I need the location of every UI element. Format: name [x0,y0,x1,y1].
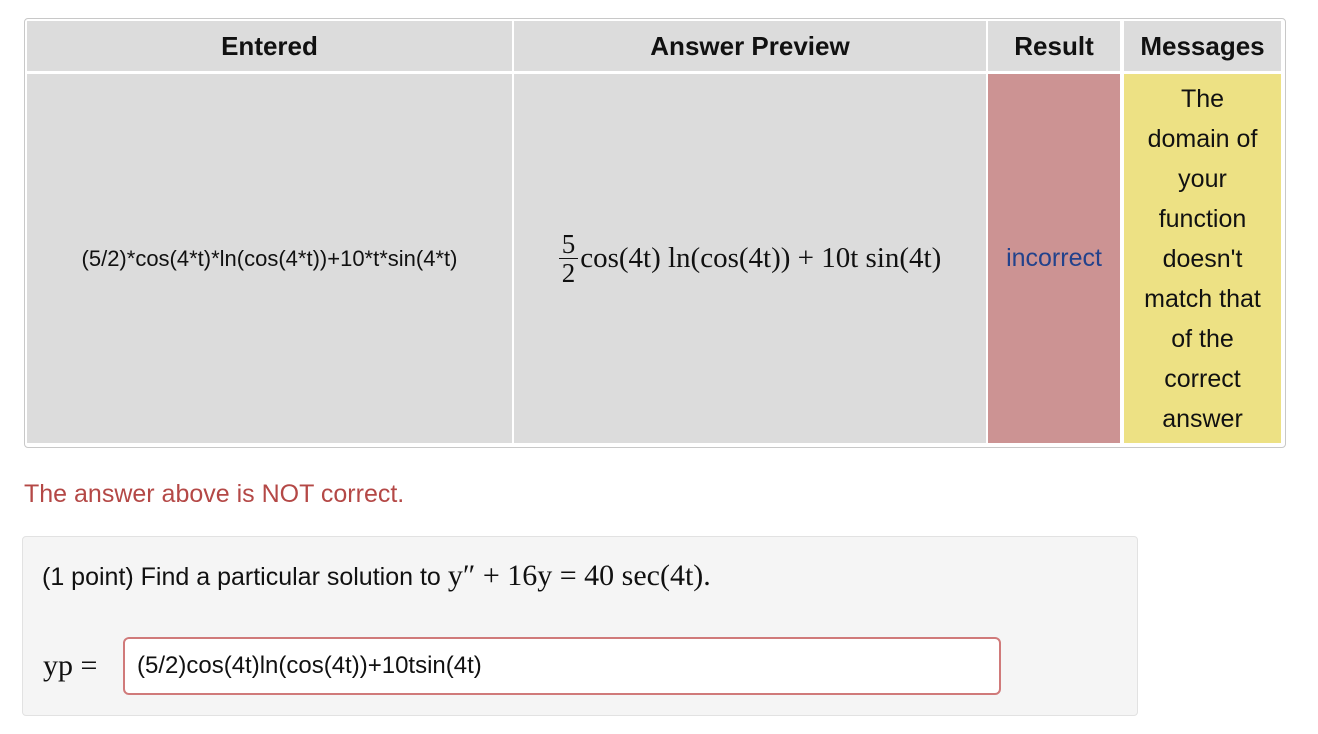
message-line: of the [1171,324,1234,353]
problem-box: (1 point) Find a particular solution to … [22,536,1138,716]
problem-prompt: (1 point) Find a particular solution to … [42,559,711,593]
fraction-denominator: 2 [561,258,576,288]
prompt-equation: y″ + 16y = 40 sec(4t). [447,559,711,592]
answer-preview-math: 5 2 cos(4t) ln(cos(4t)) + 10t sin(4t) [558,230,942,288]
result-text: incorrect [1006,244,1102,272]
fraction-numerator: 5 [558,230,579,259]
message-text: The domain of your function doesn't matc… [1144,79,1261,439]
results-table: Entered Answer Preview Result Messages (… [24,18,1286,448]
cell-result: incorrect [988,74,1120,443]
message-line: doesn't [1162,244,1243,273]
message-line: your [1178,164,1227,193]
message-line: The [1180,84,1225,113]
header-messages: Messages [1124,21,1281,71]
answer-label: yp = [43,649,98,682]
preview-expression: cos(4t) ln(cos(4t)) + 10t sin(4t) [580,242,942,274]
message-line: match that [1144,284,1261,313]
prompt-text: (1 point) Find a particular solution to [42,563,441,591]
header-answer-preview: Answer Preview [514,21,986,71]
cell-answer-preview: 5 2 cos(4t) ln(cos(4t)) + 10t sin(4t) [514,74,986,443]
cell-entered: (5/2)*cos(4*t)*ln(cos(4*t))+10*t*sin(4*t… [27,74,512,443]
status-message: The answer above is NOT correct. [24,480,405,508]
header-result: Result [988,21,1120,71]
answer-input[interactable] [123,637,1001,695]
message-line: domain of [1147,124,1258,153]
message-line: function [1158,204,1247,233]
header-entered: Entered [27,21,512,71]
entered-answer-text: (5/2)*cos(4*t)*ln(cos(4*t))+10*t*sin(4*t… [81,245,458,271]
message-line: answer [1162,404,1243,433]
message-line: correct [1164,364,1241,393]
preview-fraction: 5 2 [558,230,579,288]
cell-messages: The domain of your function doesn't matc… [1124,74,1281,443]
